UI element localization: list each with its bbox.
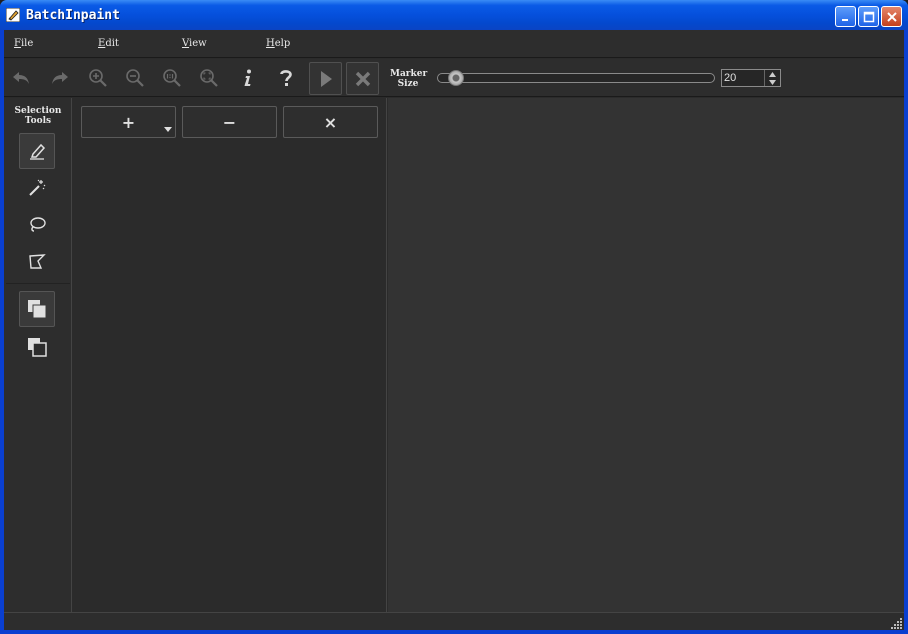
add-images-label: + (121, 112, 136, 132)
close-icon (886, 11, 897, 22)
spin-arrows (764, 70, 780, 86)
zoom-out-button[interactable] (123, 66, 147, 90)
menu-help[interactable]: Help (266, 38, 290, 49)
chevron-up-icon (769, 71, 776, 77)
menu-file-label: ile (20, 38, 34, 49)
client-area: File Edit View Help Marker Size 20 Selec… (4, 30, 904, 630)
selection-tools-label-line2: Tools (24, 116, 52, 126)
undo-button[interactable] (10, 66, 34, 90)
marker-tool-button[interactable] (19, 133, 55, 169)
zoom-actual-size-icon (163, 69, 181, 87)
run-icon (320, 70, 332, 87)
marker-size-slider-handle[interactable] (448, 70, 464, 86)
image-list-panel: + − × (73, 98, 387, 612)
subtract-selection-mode-button[interactable] (19, 329, 55, 365)
app-window: BatchInpaint File Edit View Help Marker … (0, 0, 908, 634)
add-images-button[interactable]: + (81, 106, 176, 138)
menu-help-label: elp (274, 38, 291, 49)
menu-bar: File Edit View Help (4, 30, 904, 58)
selection-tools-panel: Selection Tools (4, 98, 72, 612)
run-button[interactable] (309, 62, 342, 95)
selection-tools-label: Selection Tools (4, 106, 72, 126)
selection-tools-label-line1: Selection (14, 106, 62, 116)
maximize-icon (863, 11, 874, 22)
dropdown-arrow-icon[interactable] (164, 127, 172, 132)
zoom-in-button[interactable] (86, 66, 110, 90)
stop-button[interactable] (346, 62, 379, 95)
menu-view-mnemonic: V (182, 38, 190, 49)
status-bar (4, 612, 904, 630)
redo-button[interactable] (47, 66, 71, 90)
marker-size-label-line2: Size (397, 79, 419, 89)
clear-images-label: × (323, 112, 338, 132)
marker-icon (30, 143, 46, 160)
lasso-tool-button[interactable] (19, 207, 55, 243)
minimize-button[interactable] (835, 6, 856, 27)
subtract-selection-mode-icon (28, 338, 47, 357)
info-button[interactable] (236, 66, 260, 90)
zoom-out-icon (126, 69, 144, 87)
marker-size-spinbox[interactable] (721, 69, 781, 87)
menu-edit-label: dit (105, 38, 119, 49)
minimize-icon (841, 18, 848, 21)
menu-view-label: iew (189, 38, 207, 49)
help-button[interactable] (274, 66, 298, 90)
menu-edit[interactable]: Edit (98, 38, 119, 49)
marker-size-slider[interactable] (437, 73, 715, 83)
menu-help-mnemonic: H (266, 38, 275, 49)
clear-images-button[interactable]: × (283, 106, 378, 138)
add-selection-mode-icon (28, 300, 47, 319)
lasso-icon (30, 217, 46, 232)
tool-panel-divider (6, 283, 70, 284)
app-icon (6, 8, 20, 22)
remove-image-label: − (222, 112, 237, 132)
title-bar[interactable]: BatchInpaint (0, 0, 908, 30)
spin-up-button[interactable] (765, 70, 780, 78)
stop-icon (355, 71, 370, 86)
magic-wand-icon (29, 179, 46, 196)
maximize-button[interactable] (858, 6, 879, 27)
menu-file[interactable]: File (14, 38, 33, 49)
menu-file-mnemonic: F (14, 38, 21, 49)
zoom-fit-icon (200, 69, 218, 87)
zoom-actual-size-button[interactable] (160, 66, 184, 90)
help-icon (280, 70, 292, 86)
remove-image-button[interactable]: − (182, 106, 277, 138)
zoom-fit-button[interactable] (197, 66, 221, 90)
image-canvas[interactable] (388, 98, 904, 612)
toolbar: Marker Size (4, 59, 904, 97)
window-title: BatchInpaint (26, 8, 120, 23)
add-selection-mode-button[interactable] (19, 291, 55, 327)
chevron-down-icon (769, 79, 776, 85)
close-button[interactable] (881, 6, 902, 27)
info-icon (244, 69, 251, 86)
zoom-in-icon (89, 69, 107, 87)
undo-icon (13, 72, 29, 84)
marker-size-input[interactable] (722, 70, 764, 86)
magic-wand-tool-button[interactable] (19, 170, 55, 206)
spin-down-button[interactable] (765, 78, 780, 86)
marker-size-label: Marker Size (390, 69, 428, 89)
menu-view[interactable]: View (182, 38, 207, 49)
marker-size-label-line1: Marker (390, 69, 428, 79)
redo-icon (52, 72, 68, 84)
resize-grip-icon[interactable] (891, 617, 903, 629)
polygon-lasso-icon (29, 254, 46, 269)
polygon-lasso-tool-button[interactable] (19, 244, 55, 280)
